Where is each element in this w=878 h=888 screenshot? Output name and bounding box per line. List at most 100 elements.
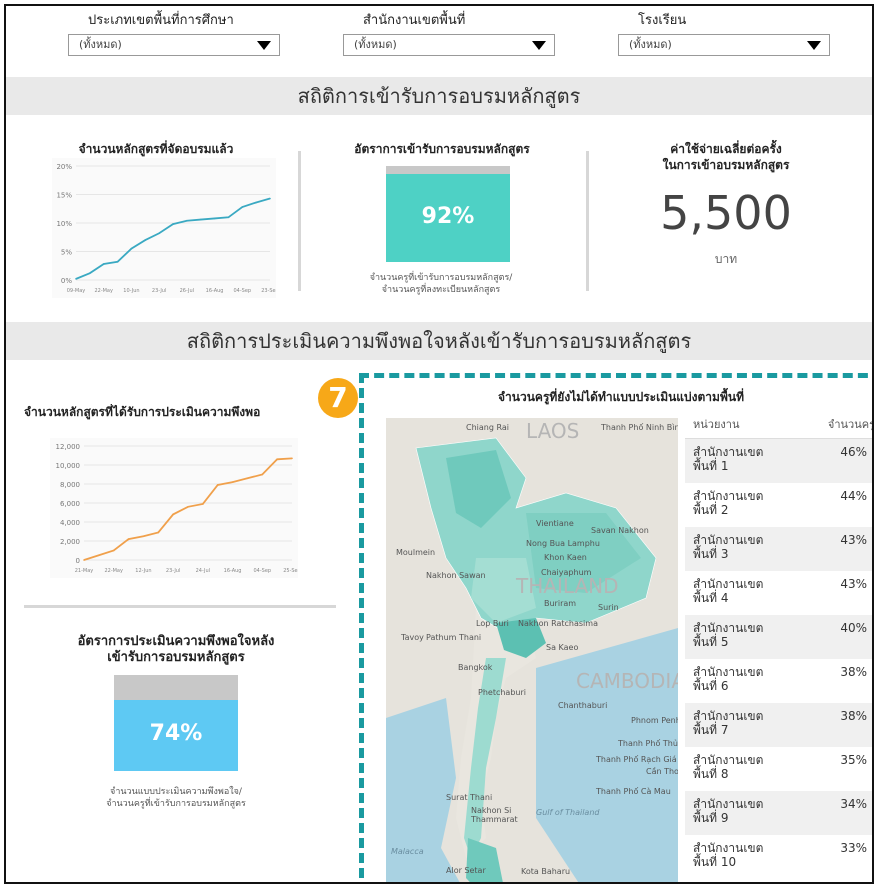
svg-text:Surin: Surin: [598, 603, 619, 612]
svg-text:Thanh Phố Ninh Bình: Thanh Phố Ninh Bình: [600, 422, 678, 432]
chevron-down-icon[interactable]: [532, 41, 546, 50]
table-row[interactable]: สำนักงานเขต พื้นที่ 1 46%: [685, 439, 872, 483]
y-tick-label: 12,000: [56, 443, 81, 451]
svg-text:Malacca: Malacca: [391, 847, 424, 856]
svg-text:Gulf of Thailand: Gulf of Thailand: [536, 808, 600, 817]
filter-school-select[interactable]: (ทั้งหมด): [618, 34, 830, 56]
col-count-header[interactable]: จำนวนครู: [813, 412, 872, 438]
row-unit-line2: พื้นที่ 7: [693, 723, 729, 737]
y-tick-label: 4,000: [60, 519, 80, 527]
svg-text:Bangkok: Bangkok: [458, 663, 493, 672]
x-tick-label: 22-May: [94, 288, 113, 294]
row-unit-line1: สำนักงานเขต: [693, 797, 764, 811]
cost-title: ค่าใช้จ่ายเฉลี่ยต่อครั้ง ในการเข้าอบรมหล…: [626, 141, 826, 173]
table-body: สำนักงานเขต พื้นที่ 1 46% สำนักงานเขต พื้นที…: [685, 439, 872, 879]
table-row[interactable]: สำนักงานเขต พื้นที่ 2 44%: [685, 483, 872, 527]
filter-value: (ทั้งหมด): [629, 38, 672, 51]
x-tick-label: 04-Sep: [253, 568, 271, 574]
table-row[interactable]: สำนักงานเขต พื้นที่ 8 35%: [685, 747, 872, 791]
area-table: หน่วยงาน จำนวนครู สำนักงานเขต พื้นที่ 1 46…: [685, 412, 872, 879]
filter-value: (ทั้งหมด): [354, 38, 397, 51]
filter-bar: ประเภทเขตพื้นที่การศึกษา (ทั้งหมด) สำนัก…: [6, 6, 872, 66]
data-point: [231, 481, 234, 483]
row-unit-line1: สำนักงานเขต: [693, 533, 764, 547]
dashboard-frame: ประเภทเขตพื้นที่การศึกษา (ทั้งหมด) สำนัก…: [4, 4, 874, 884]
col-unit-header[interactable]: หน่วยงาน: [685, 412, 813, 438]
filter-school[interactable]: โรงเรียน (ทั้งหมด): [618, 12, 830, 56]
map-panel: จำนวนครูที่ยังไม่ได้ทำแบบประเมินแบ่งตามพ…: [359, 373, 872, 884]
svg-text:Thanh Phố Cà Mau: Thanh Phố Cà Mau: [595, 786, 671, 796]
row-unit-line2: พื้นที่ 3: [693, 547, 729, 561]
data-point: [144, 239, 147, 241]
data-point: [83, 559, 85, 561]
data-point: [269, 197, 271, 200]
svg-text:Cần Thơ: Cần Thơ: [646, 766, 678, 776]
data-point: [102, 263, 105, 265]
chart2-title: จำนวนหลักสูตรที่ได้รับการประเมินความพึงพ…: [24, 405, 261, 419]
y-tick-label: 15%: [56, 192, 72, 200]
row-unit-line2: พื้นที่ 4: [693, 591, 729, 605]
svg-text:LAOS: LAOS: [526, 419, 579, 443]
data-point: [158, 232, 160, 235]
filter-office-select[interactable]: (ทั้งหมด): [343, 34, 555, 56]
filter-area-type-select[interactable]: (ทั้งหมด): [68, 34, 280, 56]
table-row[interactable]: สำนักงานเขต พื้นที่ 5 40%: [685, 615, 872, 659]
row-unit-line2: พื้นที่ 9: [693, 811, 729, 825]
filter-label: สำนักงานเขตพื้นที่: [363, 13, 466, 28]
data-point: [216, 484, 219, 486]
data-point: [213, 217, 216, 220]
cost-value: 5,500: [660, 186, 792, 240]
table-row[interactable]: สำนักงานเขต พื้นที่ 9 34%: [685, 791, 872, 835]
data-point: [246, 477, 249, 480]
data-point: [127, 538, 130, 540]
table-row[interactable]: สำนักงานเขต พื้นที่ 3 43%: [685, 527, 872, 571]
svg-text:Thammarat: Thammarat: [470, 815, 518, 824]
table-row[interactable]: สำนักงานเขต พื้นที่ 4 43%: [685, 571, 872, 615]
section-title-satisfaction: สถิติการประเมินความพึงพอใจหลังเข้ารับการ…: [6, 322, 872, 360]
step-badge-number: 7: [328, 381, 348, 414]
attendance-rate-value: 92%: [421, 204, 475, 229]
x-tick-label: 12-Jun: [135, 568, 151, 574]
row-unit-line2: พื้นที่ 5: [693, 635, 729, 649]
step-badge: 7: [318, 378, 358, 418]
cost-title-line1: ค่าใช้จ่ายเฉลี่ยต่อครั้ง: [670, 142, 782, 156]
y-tick-label: 5%: [61, 249, 72, 257]
x-tick-label: 09-May: [67, 288, 86, 294]
y-tick-label: 8,000: [60, 481, 80, 489]
x-tick-label: 10-Jun: [123, 288, 139, 294]
satisfaction-rate-value: 74%: [149, 721, 203, 746]
row-unit-line2: พื้นที่ 6: [693, 679, 729, 693]
table-row[interactable]: สำนักงานเขต พื้นที่ 6 38%: [685, 659, 872, 703]
filter-office[interactable]: สำนักงานเขตพื้นที่ (ทั้งหมด): [343, 12, 555, 56]
data-point: [157, 531, 160, 534]
chevron-down-icon[interactable]: [257, 41, 271, 50]
table-row[interactable]: สำนักงานเขต พื้นที่ 7 38%: [685, 703, 872, 747]
svg-text:Thanh Phố Rạch Giá: Thanh Phố Rạch Giá: [595, 754, 677, 765]
cost-unit: บาท: [714, 252, 738, 266]
chevron-down-icon[interactable]: [807, 41, 821, 50]
divider: [298, 151, 301, 291]
x-tick-label: 26-Jul: [180, 288, 194, 294]
x-tick-label: 23-Jul: [166, 568, 180, 574]
x-tick-label: 25-Sep: [283, 568, 298, 574]
row-percent: 33%: [840, 841, 867, 855]
thailand-map[interactable]: Chiang Rai LAOS Thanh Phố Ninh Bình Vien…: [386, 418, 678, 884]
table-row[interactable]: สำนักงานเขต พื้นที่ 10 33%: [685, 835, 872, 879]
y-tick-label: 20%: [56, 163, 72, 171]
row-unit-line2: พื้นที่ 10: [693, 855, 737, 869]
row-unit: สำนักงานเขต พื้นที่ 2: [685, 483, 805, 527]
data-point: [199, 218, 202, 221]
filter-area-type[interactable]: ประเภทเขตพื้นที่การศึกษา (ทั้งหมด): [68, 12, 280, 56]
x-tick-label: 23-Jul: [152, 288, 166, 294]
satisfaction-rate-title-line2: เข้ารับการอบรมหลักสูตร: [107, 650, 245, 665]
rate-note-line2: จำนวนครูที่ลงทะเบียนหลักสูตร: [381, 285, 501, 295]
row-unit: สำนักงานเขต พื้นที่ 6: [685, 659, 805, 703]
row-unit-line1: สำนักงานเขต: [693, 445, 764, 459]
filter-value: (ทั้งหมด): [79, 38, 122, 51]
row-unit-line1: สำนักงานเขต: [693, 577, 764, 591]
svg-text:Chanthaburi: Chanthaburi: [558, 701, 607, 710]
svg-text:THAILAND: THAILAND: [515, 574, 618, 598]
data-point: [142, 535, 145, 538]
data-point: [172, 223, 174, 225]
row-unit: สำนักงานเขต พื้นที่ 5: [685, 615, 805, 659]
